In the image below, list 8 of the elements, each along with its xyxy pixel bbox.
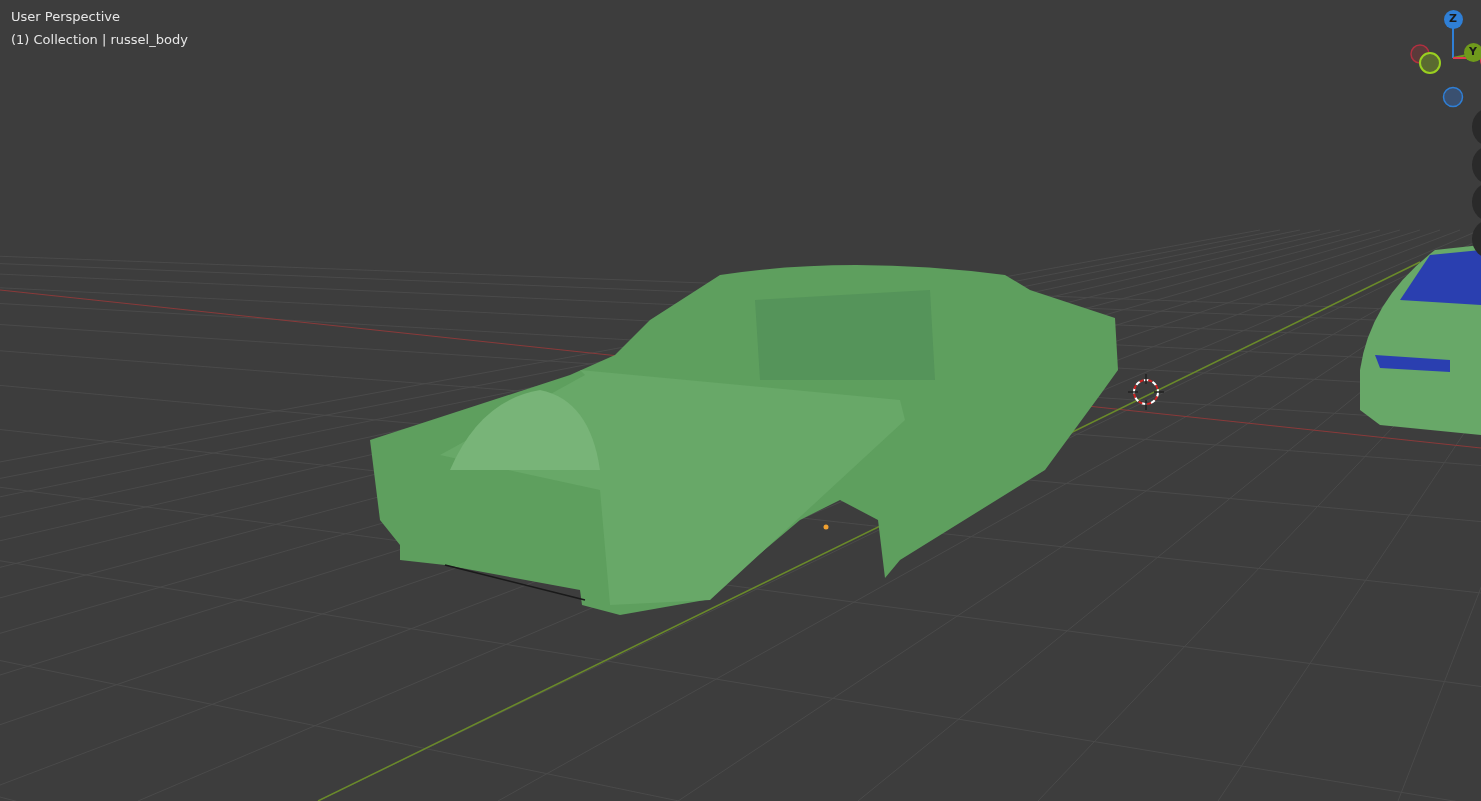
negative-y-axis-icon[interactable]: [1419, 52, 1441, 74]
object-info: (1) Collection | russel_body: [11, 31, 188, 49]
axis-handle[interactable]: Z: [1443, 9, 1463, 29]
axis-handle[interactable]: Y: [1463, 42, 1481, 62]
view-name: User Perspective: [11, 8, 122, 26]
origin-dot-icon: [823, 524, 829, 530]
3d-cursor-icon: [1127, 373, 1165, 411]
negative-z-axis-icon[interactable]: [1442, 86, 1464, 108]
